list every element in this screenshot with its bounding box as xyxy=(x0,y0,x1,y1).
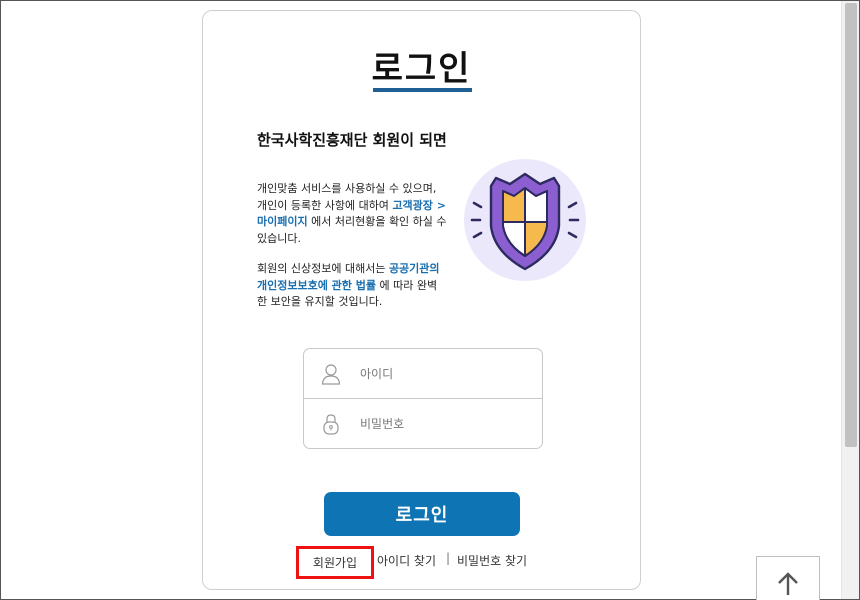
intro-paragraph-benefits: 개인맞춤 서비스를 사용하실 수 있으며, 개인이 등록한 사항에 대하여 고객… xyxy=(257,181,447,247)
back-to-top-button[interactable] xyxy=(756,556,820,600)
password-input[interactable] xyxy=(360,417,530,431)
shield-icon xyxy=(461,156,591,281)
login-input-group xyxy=(303,348,543,449)
login-card: 로그인 한국사학진흥재단 회원이 되면 개인맞춤 서비스를 사용하실 수 있으며… xyxy=(202,10,641,590)
intro-paragraph-privacy: 회원의 신상정보에 대해서는 공공기관의 개인정보보호에 관한 법률 에 따라 … xyxy=(257,261,447,311)
find-password-link[interactable]: 비밀번호 찾기 xyxy=(457,552,527,569)
password-row xyxy=(304,399,542,449)
lock-icon xyxy=(304,413,358,435)
vertical-scrollbar[interactable] xyxy=(841,1,859,599)
page-title: 로그인 xyxy=(371,49,472,89)
login-button[interactable]: 로그인 xyxy=(324,492,520,536)
id-input[interactable] xyxy=(360,366,530,381)
intro-paragraph-text: 회원의 신상정보에 대해서는 xyxy=(257,262,389,275)
id-row xyxy=(304,349,542,399)
account-links: 회원가입 아이디 찾기 | 비밀번호 찾기 xyxy=(203,546,640,579)
user-icon xyxy=(304,363,358,385)
find-id-link[interactable]: 아이디 찾기 xyxy=(377,552,436,569)
intro-heading: 한국사학진흥재단 회원이 되면 xyxy=(257,131,447,149)
arrow-up-icon xyxy=(777,571,799,599)
signup-link[interactable]: 회원가입 xyxy=(296,546,374,579)
link-separator: | xyxy=(446,551,451,565)
title-underline xyxy=(373,88,472,92)
scrollbar-thumb[interactable] xyxy=(845,3,857,447)
